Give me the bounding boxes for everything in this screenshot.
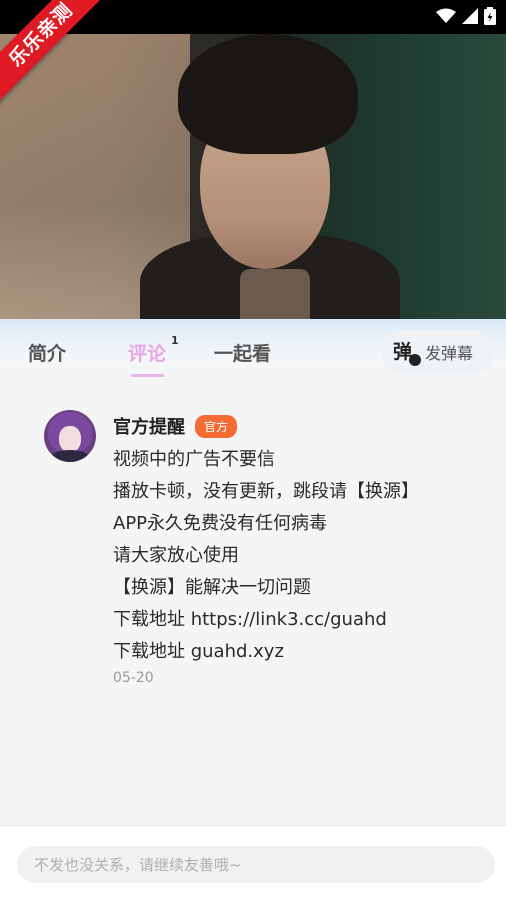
official-badge: 官方 (195, 414, 238, 438)
send-danmaku-button[interactable]: 弹 发弹幕 (381, 330, 494, 374)
comment-author[interactable]: 官方提醒 (113, 413, 185, 439)
comment-line: 下载地址 guahd.xyz (113, 641, 284, 662)
signal-icon (462, 8, 478, 24)
danmaku-icon: 弹 (393, 340, 421, 366)
comment-line: 【换源】能解决一切问题 (113, 577, 311, 598)
comment-line: 播放卡顿，没有更新，跳段请【换源】 (113, 481, 419, 502)
battery-icon (484, 7, 496, 25)
comment-body: 视频中的广告不要信 播放卡顿，没有更新，跳段请【换源】 APP永久免费没有任何病… (113, 444, 419, 668)
avatar[interactable] (44, 410, 96, 462)
wifi-icon (436, 8, 456, 23)
comment-line: 视频中的广告不要信 (113, 449, 275, 470)
comment-input[interactable] (34, 846, 495, 883)
status-icons (436, 7, 496, 25)
tab-comments[interactable]: 评论 (128, 339, 166, 366)
danmaku-label: 发弹幕 (425, 344, 474, 363)
comment-date: 05-20 (113, 670, 154, 686)
comments-count-badge: 1 (171, 334, 179, 347)
tab-watch-together[interactable]: 一起看 (214, 339, 271, 366)
comment-line: 下载地址 https://link3.cc/guahd (113, 609, 387, 630)
comment-line: 请大家放心使用 (113, 545, 239, 566)
comment-input-bar (0, 825, 506, 901)
tab-intro[interactable]: 简介 (28, 339, 66, 366)
app-screen: 乐乐亲测 简介 评论 1 一起看 弹 发弹幕 官方提醒 官方 视频中的广告不要信… (0, 0, 506, 901)
comment-author-row: 官方提醒 官方 (113, 413, 238, 439)
comment-line: APP永久免费没有任何病毒 (113, 513, 328, 534)
video-player[interactable] (0, 34, 506, 319)
comment-input-container (17, 846, 495, 883)
active-tab-indicator (131, 374, 164, 377)
